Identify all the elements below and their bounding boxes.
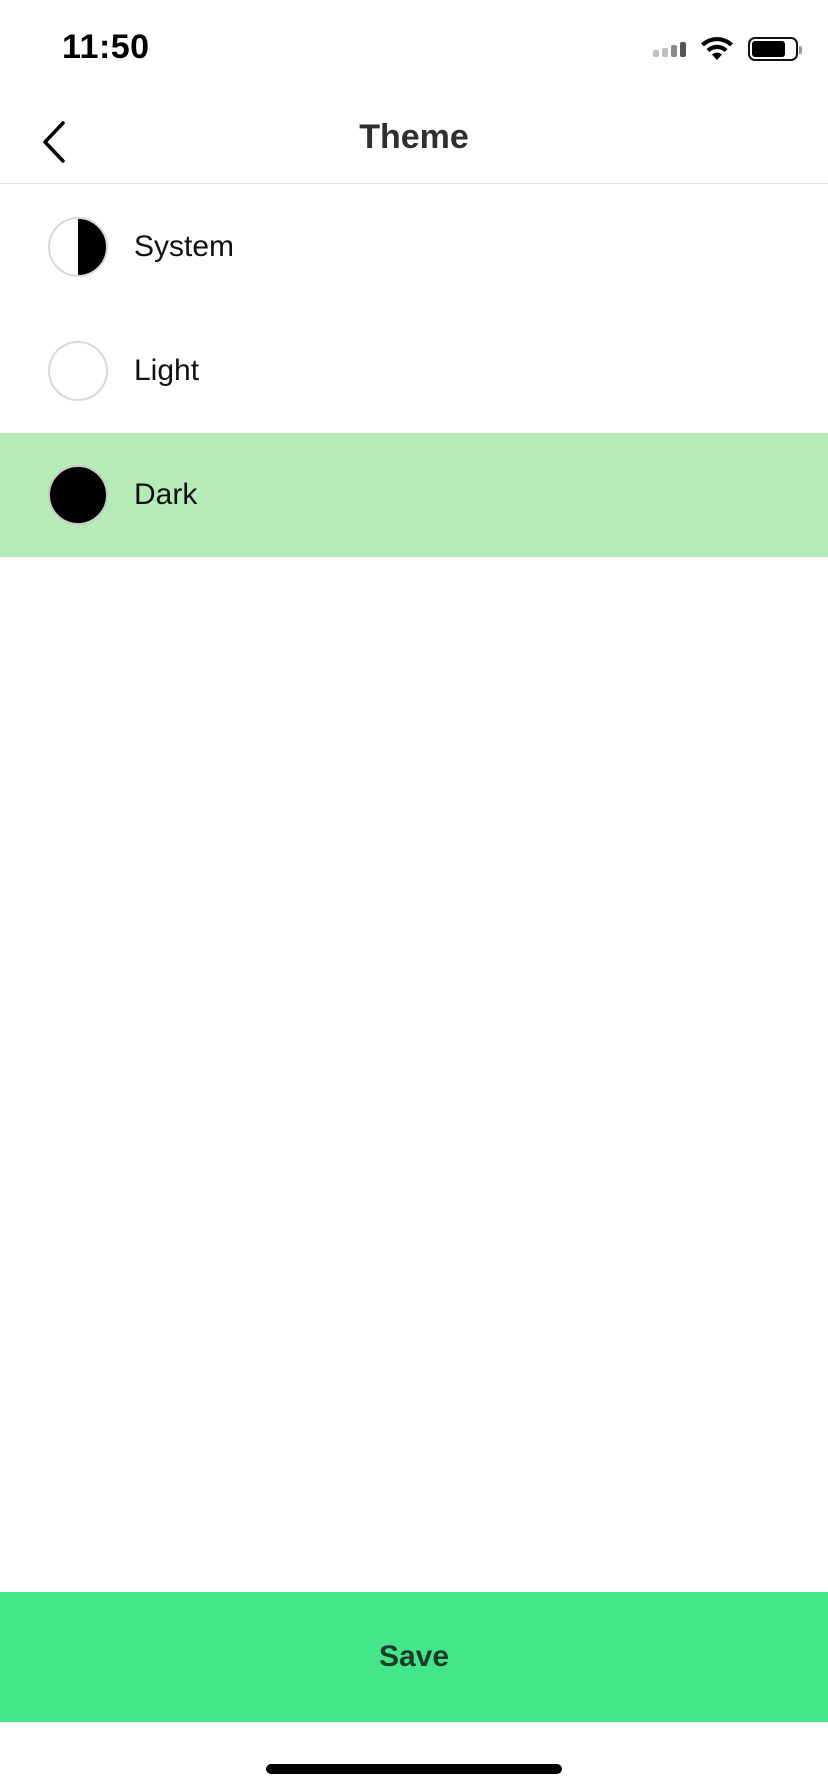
- save-button[interactable]: Save: [0, 1592, 828, 1722]
- status-time: 11:50: [62, 28, 150, 66]
- battery-icon: [748, 37, 802, 61]
- theme-label: System: [134, 230, 235, 263]
- page-title: Theme: [359, 118, 469, 156]
- theme-label: Dark: [134, 478, 198, 511]
- theme-option-system[interactable]: System: [0, 185, 828, 309]
- theme-list: System Light Dark: [0, 185, 828, 557]
- status-icons: [653, 34, 802, 64]
- home-indicator[interactable]: [266, 1764, 562, 1774]
- dark-theme-swatch-icon: [48, 465, 108, 525]
- nav-bar: Theme: [0, 100, 828, 184]
- status-bar: 11:50: [0, 0, 828, 100]
- system-theme-swatch-icon: [48, 217, 108, 277]
- theme-label: Light: [134, 354, 200, 387]
- theme-option-light[interactable]: Light: [0, 309, 828, 433]
- cellular-signal-icon: [653, 41, 686, 57]
- light-theme-swatch-icon: [48, 341, 108, 401]
- theme-option-dark[interactable]: Dark: [0, 433, 828, 557]
- wifi-icon: [701, 37, 733, 60]
